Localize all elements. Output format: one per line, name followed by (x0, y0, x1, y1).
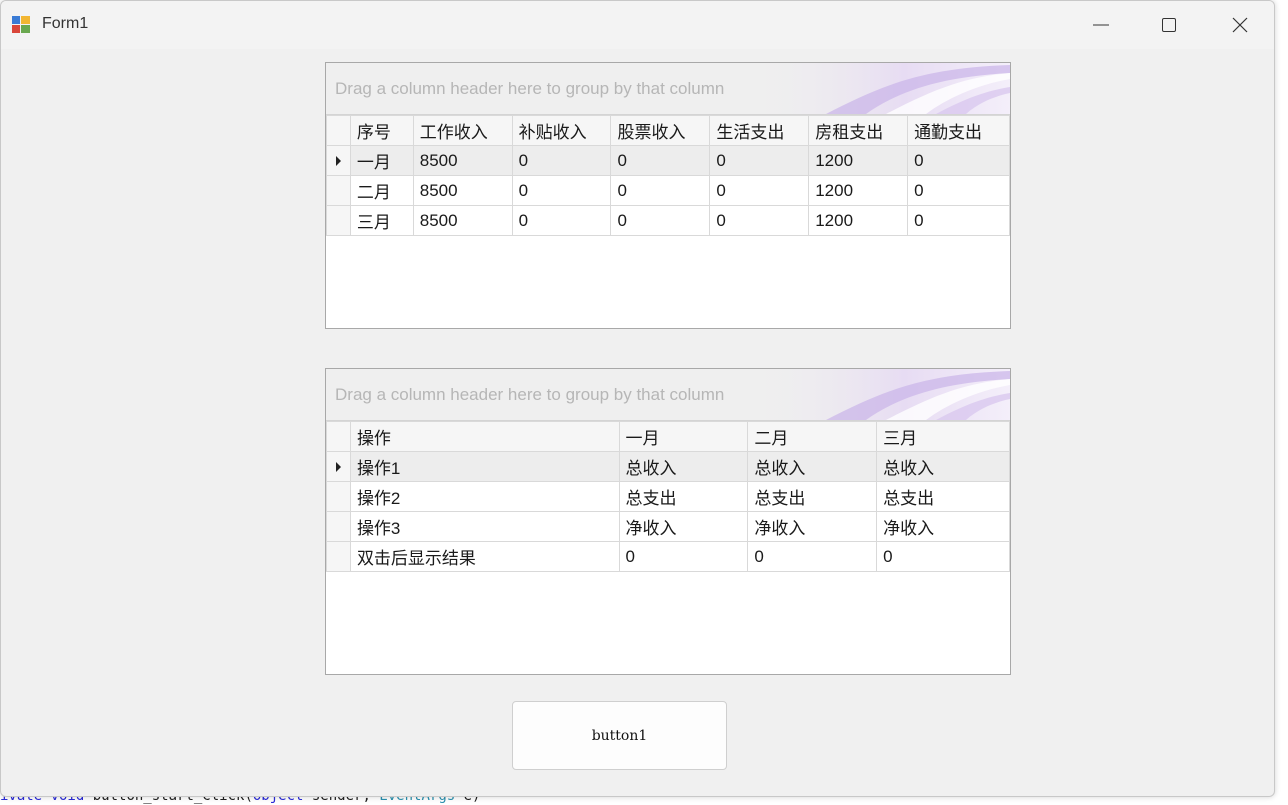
row-indicator-arrow-icon (335, 156, 341, 167)
table-row[interactable]: 操作2 总支出 总支出 总支出 (326, 481, 1010, 512)
table-cell[interactable]: 一月 (349, 145, 414, 176)
table-cell[interactable]: 0 (907, 205, 1010, 236)
table-cell[interactable]: 操作2 (349, 481, 620, 512)
form-app-icon (12, 16, 31, 33)
table-cell[interactable]: 8500 (412, 205, 513, 236)
table-cell[interactable]: 1200 (808, 205, 909, 236)
table-row[interactable]: 双击后显示结果 0 0 0 (326, 541, 1010, 572)
table-cell[interactable]: 二月 (349, 175, 414, 206)
title-bar[interactable]: Form1 (1, 1, 1274, 49)
column-header[interactable]: 操作 (349, 421, 620, 452)
data-table[interactable]: 序号 工作收入 补贴收入 股票收入 生活支出 房租支出 通勤支出 一月 8500… (326, 115, 1010, 236)
group-by-hint: Drag a column header here to group by th… (335, 385, 725, 404)
table-cell[interactable]: 净收入 (618, 511, 749, 542)
close-icon (1232, 17, 1248, 33)
data-table[interactable]: 操作 一月 二月 三月 操作1 总收入 总收入 总收入 操作2 总支出 总支出 … (326, 421, 1010, 572)
column-header[interactable]: 通勤支出 (907, 115, 1010, 146)
minimize-icon (1093, 24, 1109, 26)
table-cell[interactable]: 8500 (412, 145, 513, 176)
table-cell[interactable]: 0 (907, 145, 1010, 176)
income-expense-grid[interactable]: Drag a column header here to group by th… (325, 62, 1011, 329)
table-cell[interactable]: 0 (610, 175, 711, 206)
row-indicator-arrow-icon (335, 462, 341, 473)
row-indicator[interactable] (326, 205, 351, 236)
table-cell[interactable]: 三月 (349, 205, 414, 236)
maximize-button[interactable] (1135, 1, 1203, 49)
group-by-hint: Drag a column header here to group by th… (335, 79, 725, 98)
table-cell[interactable]: 总支出 (618, 481, 749, 512)
table-cell[interactable]: 0 (610, 145, 711, 176)
table-cell[interactable]: 净收入 (747, 511, 878, 542)
table-cell[interactable]: 0 (747, 541, 878, 572)
table-cell[interactable]: 双击后显示结果 (349, 541, 620, 572)
table-cell[interactable]: 总收入 (618, 451, 749, 482)
operations-grid[interactable]: Drag a column header here to group by th… (325, 368, 1011, 675)
column-header[interactable]: 序号 (349, 115, 414, 146)
indicator-header (326, 421, 351, 452)
table-cell[interactable]: 0 (511, 175, 612, 206)
indicator-header (326, 115, 351, 146)
table-cell[interactable]: 操作3 (349, 511, 620, 542)
table-cell[interactable]: 净收入 (876, 511, 1010, 542)
table-cell[interactable]: 0 (618, 541, 749, 572)
button1[interactable]: button1 (512, 701, 727, 770)
group-by-panel[interactable]: Drag a column header here to group by th… (326, 63, 1010, 115)
column-header[interactable]: 补贴收入 (511, 115, 612, 146)
column-header[interactable]: 股票收入 (610, 115, 711, 146)
table-row[interactable]: 一月 8500 0 0 0 1200 0 (326, 145, 1010, 176)
group-by-panel[interactable]: Drag a column header here to group by th… (326, 369, 1010, 421)
table-cell[interactable]: 操作1 (349, 451, 620, 482)
maximize-icon (1162, 18, 1176, 32)
column-header[interactable]: 一月 (618, 421, 749, 452)
column-header[interactable]: 二月 (747, 421, 878, 452)
table-cell[interactable]: 0 (907, 175, 1010, 206)
table-cell[interactable]: 0 (511, 145, 612, 176)
row-indicator[interactable] (326, 145, 351, 176)
table-cell[interactable]: 总收入 (747, 451, 878, 482)
row-indicator[interactable] (326, 451, 351, 482)
column-header[interactable]: 工作收入 (412, 115, 513, 146)
column-header[interactable]: 三月 (876, 421, 1010, 452)
window-title: Form1 (42, 15, 89, 32)
row-indicator[interactable] (326, 481, 351, 512)
table-cell[interactable]: 0 (876, 541, 1010, 572)
table-cell[interactable]: 0 (709, 175, 810, 206)
table-cell[interactable]: 总支出 (876, 481, 1010, 512)
table-cell[interactable]: 0 (709, 205, 810, 236)
table-cell[interactable]: 总收入 (876, 451, 1010, 482)
table-cell[interactable]: 0 (709, 145, 810, 176)
row-indicator[interactable] (326, 511, 351, 542)
header-row: 序号 工作收入 补贴收入 股票收入 生活支出 房租支出 通勤支出 (326, 115, 1010, 146)
table-row[interactable]: 二月 8500 0 0 0 1200 0 (326, 175, 1010, 206)
table-cell[interactable]: 1200 (808, 145, 909, 176)
minimize-button[interactable] (1067, 1, 1135, 49)
table-cell[interactable]: 0 (610, 205, 711, 236)
table-cell[interactable]: 8500 (412, 175, 513, 206)
table-row[interactable]: 三月 8500 0 0 0 1200 0 (326, 205, 1010, 236)
column-header[interactable]: 生活支出 (709, 115, 810, 146)
table-row[interactable]: 操作1 总收入 总收入 总收入 (326, 451, 1010, 482)
row-indicator[interactable] (326, 175, 351, 206)
table-cell[interactable]: 1200 (808, 175, 909, 206)
column-header[interactable]: 房租支出 (808, 115, 909, 146)
table-cell[interactable]: 0 (511, 205, 612, 236)
table-cell[interactable]: 总支出 (747, 481, 878, 512)
table-row[interactable]: 操作3 净收入 净收入 净收入 (326, 511, 1010, 542)
close-button[interactable] (1206, 1, 1274, 49)
form1-window: Form1 Drag a column header here to group… (0, 0, 1275, 797)
row-indicator[interactable] (326, 541, 351, 572)
header-row: 操作 一月 二月 三月 (326, 421, 1010, 452)
